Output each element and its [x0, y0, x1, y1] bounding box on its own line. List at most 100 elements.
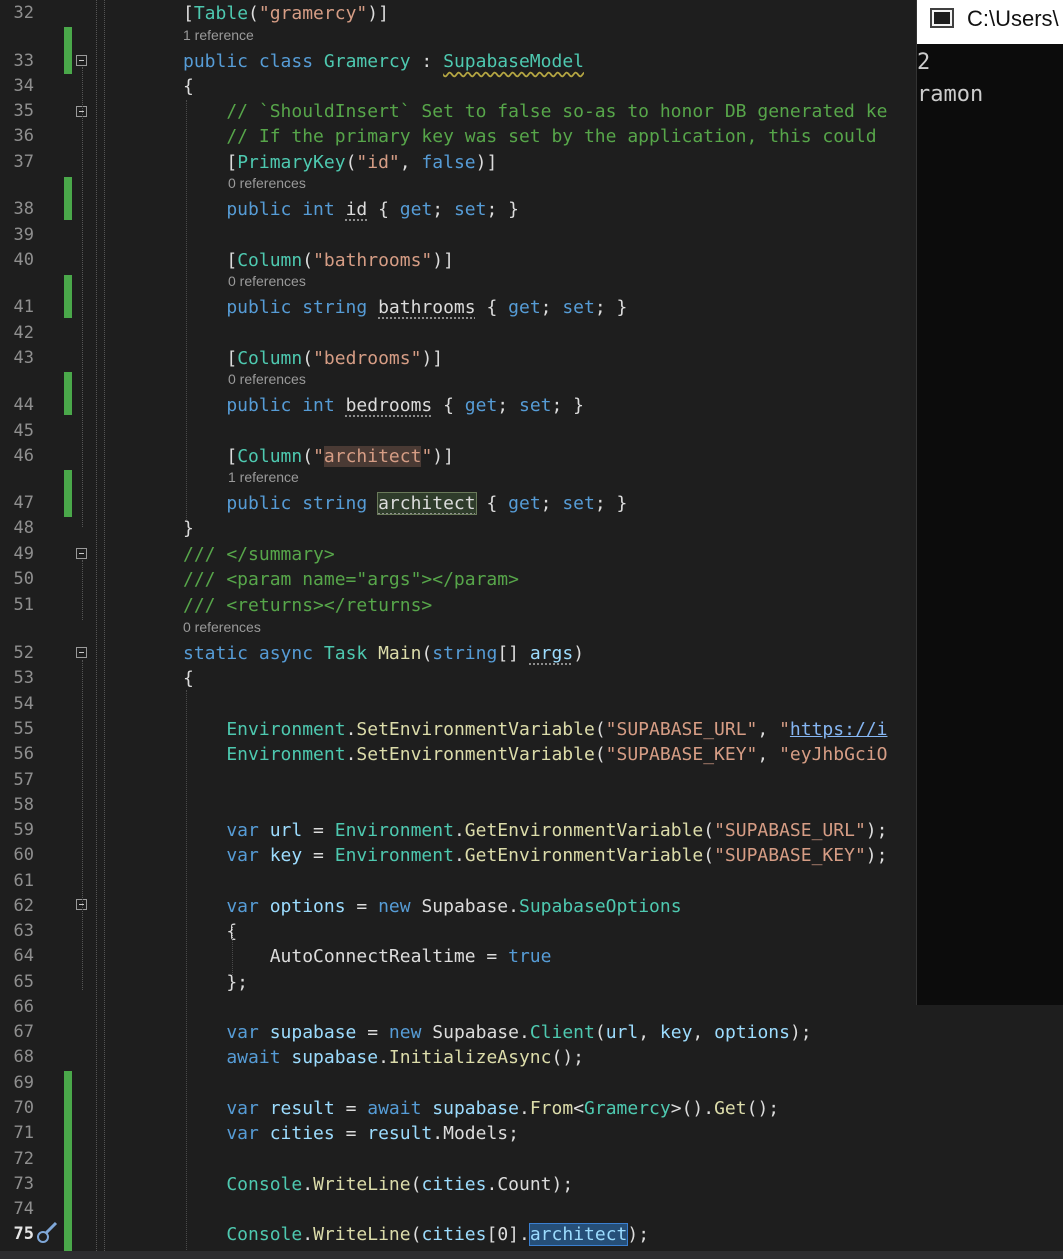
code-line[interactable]: 52 static async Task Main(string[] args) — [0, 641, 1063, 666]
code-text[interactable]: var result = await supabase.From<Gramerc… — [183, 1096, 779, 1121]
line-number: 57 — [13, 770, 34, 790]
code-line[interactable]: 48} — [0, 516, 1063, 541]
code-text[interactable]: var options = new Supabase.SupabaseOptio… — [183, 894, 682, 919]
code-text[interactable]: [Column("bedrooms")] — [183, 346, 443, 371]
code-line[interactable]: 42 — [0, 321, 1063, 346]
code-text[interactable]: var key = Environment.GetEnvironmentVari… — [183, 843, 887, 868]
code-line[interactable]: 53 { — [0, 666, 1063, 691]
code-line[interactable]: 66 — [0, 995, 1063, 1020]
code-text[interactable]: Console.WriteLine(cities.Count); — [183, 1172, 573, 1197]
code-text[interactable]: var cities = result.Models; — [183, 1121, 519, 1146]
code-line[interactable]: 46 [Column("architect")] — [0, 444, 1063, 469]
code-line[interactable]: 62 var options = new Supabase.SupabaseOp… — [0, 894, 1063, 919]
codelens-references[interactable]: 1 reference — [228, 467, 299, 487]
code-line[interactable]: 72 — [0, 1147, 1063, 1172]
fold-toggle-icon[interactable] — [76, 647, 87, 658]
code-text[interactable]: [PrimaryKey("id", false)] — [183, 150, 497, 175]
fold-toggle-icon[interactable] — [76, 55, 87, 66]
code-text[interactable]: static async Task Main(string[] args) — [183, 641, 584, 666]
code-line[interactable]: 59 var url = Environment.GetEnvironmentV… — [0, 818, 1063, 843]
code-token: Models; — [443, 1123, 519, 1144]
code-text[interactable]: // `ShouldInsert` Set to false so-as to … — [183, 99, 887, 124]
code-line[interactable]: 40 [Column("bathrooms")] — [0, 248, 1063, 273]
code-text[interactable]: var url = Environment.GetEnvironmentVari… — [183, 818, 887, 843]
code-line[interactable]: 38 public int id { get; set; } — [0, 197, 1063, 222]
code-line[interactable]: 37 [PrimaryKey("id", false)] — [0, 150, 1063, 175]
code-text[interactable]: /// <returns></returns> — [183, 593, 432, 618]
code-line[interactable]: 32 [Table("gramercy")] — [0, 1, 1063, 26]
code-text[interactable]: public class Gramercy : SupabaseModel — [183, 49, 584, 74]
code-text[interactable]: await supabase.InitializeAsync(); — [183, 1045, 584, 1070]
code-token: cities — [421, 1174, 487, 1195]
code-line[interactable]: 55 Environment.SetEnvironmentVariable("S… — [0, 717, 1063, 742]
console-window[interactable]: C:\Users\ 2 ramon — [916, 0, 1063, 1005]
console-titlebar[interactable]: C:\Users\ — [917, 0, 1063, 44]
code-text[interactable]: [Table("gramercy")] — [183, 1, 389, 26]
codelens-references[interactable]: 0 references — [228, 271, 306, 291]
code-line[interactable]: 43 [Column("bedrooms")] — [0, 346, 1063, 371]
code-text[interactable]: public int id { get; set; } — [183, 197, 519, 222]
code-text[interactable]: { — [183, 666, 194, 691]
code-line[interactable]: 63 { — [0, 919, 1063, 944]
code-text[interactable]: // If the primary key was set by the app… — [183, 124, 876, 149]
code-text[interactable]: public int bedrooms { get; set; } — [183, 393, 584, 418]
code-line[interactable]: 74 — [0, 1197, 1063, 1222]
code-line[interactable]: 67 var supabase = new Supabase.Client(ur… — [0, 1020, 1063, 1045]
code-line[interactable]: 60 var key = Environment.GetEnvironmentV… — [0, 843, 1063, 868]
code-text[interactable]: AutoConnectRealtime = true — [183, 944, 552, 969]
code-line[interactable]: 41 public string bathrooms { get; set; } — [0, 295, 1063, 320]
code-editor[interactable]: 32 [Table("gramercy")] 33 public class Gram… — [0, 0, 1063, 1259]
code-token: ); — [865, 820, 888, 841]
code-line[interactable]: 36 // If the primary key was set by the … — [0, 124, 1063, 149]
code-line[interactable]: 75 Console.WriteLine(cities[0].architect… — [0, 1222, 1063, 1247]
code-token: SupabaseOptions — [518, 896, 682, 917]
code-line[interactable]: 57 — [0, 768, 1063, 793]
code-line[interactable]: 39 — [0, 223, 1063, 248]
indent-guide — [232, 925, 233, 975]
codelens-references[interactable]: 0 references — [228, 173, 306, 193]
code-line[interactable]: 33 public class Gramercy : SupabaseModel — [0, 49, 1063, 74]
code-line[interactable]: 49 /// </summary> — [0, 542, 1063, 567]
code-text[interactable]: /// <param name="args"></param> — [183, 567, 519, 592]
code-line[interactable]: 35 // `ShouldInsert` Set to false so-as … — [0, 99, 1063, 124]
code-line[interactable]: 34 { — [0, 74, 1063, 99]
codelens-references[interactable]: 0 references — [228, 369, 306, 389]
code-text[interactable]: Environment.SetEnvironmentVariable("SUPA… — [183, 717, 887, 742]
code-text[interactable]: { — [183, 919, 237, 944]
code-token: Environment — [183, 719, 346, 740]
code-text[interactable]: Environment.SetEnvironmentVariable("SUPA… — [183, 742, 887, 767]
code-text[interactable]: }; — [183, 970, 248, 995]
code-line[interactable]: 70 var result = await supabase.From<Gram… — [0, 1096, 1063, 1121]
line-number: 53 — [13, 668, 34, 688]
codelens-references[interactable]: 1 reference — [183, 25, 254, 45]
code-line[interactable]: 45 — [0, 419, 1063, 444]
code-token: )] — [421, 348, 444, 369]
code-text[interactable]: /// </summary> — [183, 542, 335, 567]
code-token: supabase — [269, 1022, 357, 1043]
code-line[interactable]: 58 — [0, 793, 1063, 818]
code-line[interactable]: 73 Console.WriteLine(cities.Count); — [0, 1172, 1063, 1197]
breakpoint-edit-icon[interactable] — [34, 1221, 60, 1245]
code-line[interactable]: 68 await supabase.InitializeAsync(); — [0, 1045, 1063, 1070]
code-text[interactable]: Console.WriteLine(cities[0].architect); — [183, 1222, 649, 1247]
code-line[interactable]: 50 /// <param name="args"></param> — [0, 567, 1063, 592]
code-line[interactable]: 64 AutoConnectRealtime = true — [0, 944, 1063, 969]
codelens-references[interactable]: 0 references — [183, 617, 261, 637]
code-line[interactable]: 47 public string architect { get; set; } — [0, 491, 1063, 516]
code-text[interactable]: public string bathrooms { get; set; } — [183, 295, 627, 320]
code-line[interactable]: 71 var cities = result.Models; — [0, 1121, 1063, 1146]
code-line[interactable]: 54 — [0, 692, 1063, 717]
fold-toggle-icon[interactable] — [76, 548, 87, 559]
code-line[interactable]: 51 /// <returns></returns> — [0, 593, 1063, 618]
code-text[interactable]: [Column("architect")] — [183, 444, 454, 469]
code-text[interactable]: public string architect { get; set; } — [183, 491, 627, 516]
code-line[interactable]: 65 }; — [0, 970, 1063, 995]
code-text[interactable]: { — [183, 74, 194, 99]
code-text[interactable]: var supabase = new Supabase.Client(url, … — [183, 1020, 811, 1045]
code-line[interactable]: 69 — [0, 1071, 1063, 1096]
code-line[interactable]: 56 Environment.SetEnvironmentVariable("S… — [0, 742, 1063, 767]
code-line[interactable]: 44 public int bedrooms { get; set; } — [0, 393, 1063, 418]
code-text[interactable]: [Column("bathrooms")] — [183, 248, 454, 273]
code-text[interactable]: } — [183, 516, 194, 541]
code-line[interactable]: 61 — [0, 869, 1063, 894]
